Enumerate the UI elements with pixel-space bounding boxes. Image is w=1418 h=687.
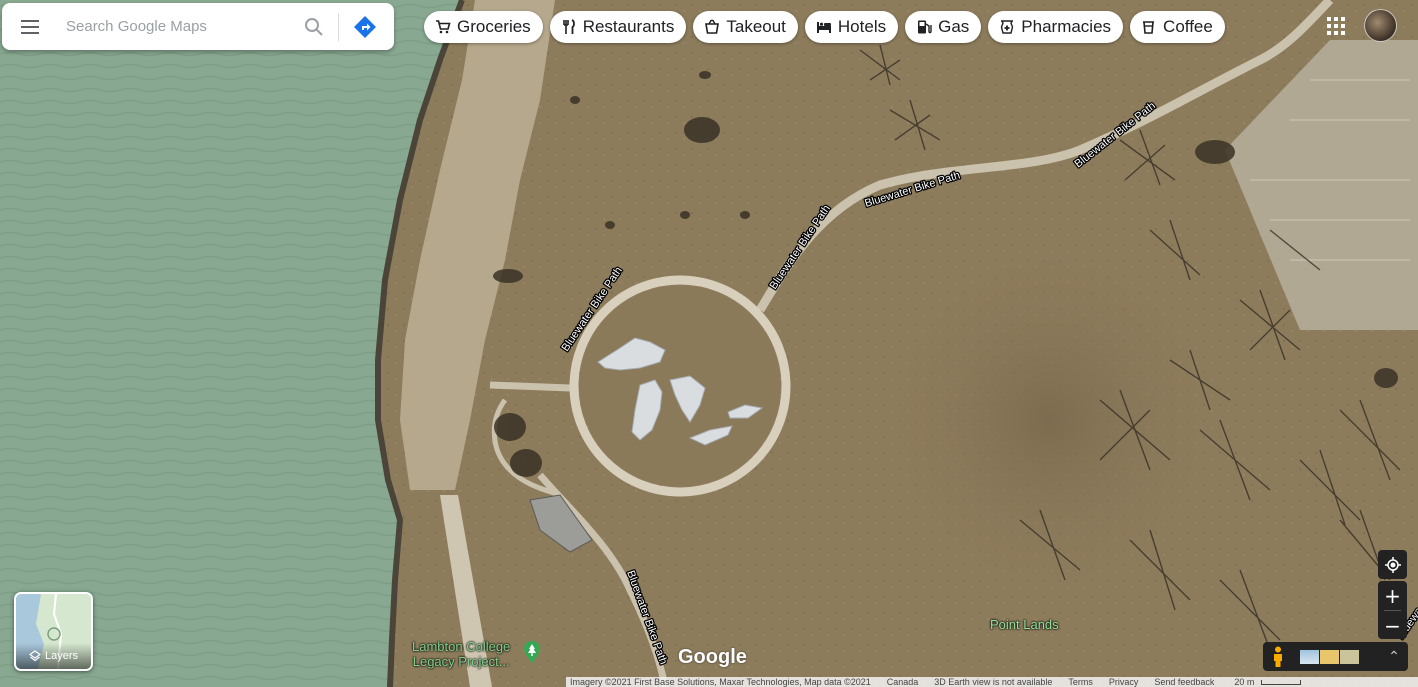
- google-apps-button[interactable]: [1322, 12, 1350, 40]
- place-label-point-lands[interactable]: Point Lands: [990, 617, 1059, 632]
- menu-button[interactable]: [2, 3, 58, 50]
- search-divider: [338, 12, 339, 41]
- search-button[interactable]: [294, 7, 334, 47]
- chip-label: Restaurants: [582, 17, 675, 36]
- chip-label: Hotels: [837, 17, 887, 36]
- street-view-pegman[interactable]: [1263, 642, 1292, 671]
- search-box: [2, 3, 394, 50]
- my-location-button[interactable]: [1378, 550, 1407, 579]
- fork-knife-icon: [561, 19, 577, 35]
- chip-pharmacies[interactable]: Pharmacies: [988, 11, 1124, 43]
- poi-label-line2: Legacy Project...: [412, 654, 510, 669]
- cart-icon: [435, 19, 451, 35]
- layers-label-bar: Layers: [16, 643, 91, 669]
- layers-icon: [28, 650, 41, 662]
- scale-label: 20 m: [1234, 677, 1255, 687]
- takeout-icon: [704, 19, 720, 35]
- map-type-strip: ⌃: [1263, 642, 1408, 671]
- chip-coffee[interactable]: Coffee: [1130, 11, 1225, 43]
- chip-restaurants[interactable]: Restaurants: [549, 11, 687, 43]
- plus-icon: +: [1384, 583, 1401, 608]
- satellite-map[interactable]: Bluewater Bike Path Bluewater Bike Path …: [0, 0, 1418, 687]
- google-logo: Google: [678, 646, 747, 668]
- map-type-thumbnails: [1300, 649, 1359, 664]
- chip-gas[interactable]: Gas: [905, 11, 982, 43]
- poi-label-line1: Lambton College: [412, 639, 511, 654]
- thumb-terrain[interactable]: [1340, 649, 1359, 664]
- bed-icon: [816, 19, 832, 35]
- send-feedback-link[interactable]: Send feedback: [1150, 677, 1218, 687]
- pharmacy-icon: [999, 19, 1015, 35]
- coffee-cup-icon: [1141, 19, 1157, 35]
- scale-bar: [1261, 679, 1302, 685]
- thumb-traffic[interactable]: [1320, 649, 1339, 664]
- search-icon: [305, 17, 323, 36]
- chip-groceries[interactable]: Groceries: [424, 11, 543, 43]
- zoom-controls: + −: [1378, 581, 1407, 639]
- expand-icon[interactable]: ⌃: [1380, 642, 1408, 671]
- chip-label: Gas: [938, 17, 970, 36]
- poi-lambton-college[interactable]: Lambton College Legacy Project...: [412, 639, 510, 669]
- zoom-out-button[interactable]: −: [1378, 611, 1407, 640]
- country-link[interactable]: Canada: [883, 677, 923, 687]
- layers-button[interactable]: Layers: [14, 592, 93, 671]
- chip-label: Coffee: [1163, 17, 1213, 36]
- chip-label: Takeout: [726, 17, 786, 36]
- park-pin-icon[interactable]: [524, 641, 540, 663]
- bike-path-west: [489, 381, 571, 392]
- chip-takeout[interactable]: Takeout: [693, 11, 798, 43]
- imagery-credit: Imagery ©2021 First Base Solutions, Maxa…: [570, 677, 871, 687]
- my-location-icon: [1384, 556, 1401, 573]
- gas-pump-icon: [916, 19, 932, 35]
- account-avatar[interactable]: [1364, 9, 1397, 42]
- search-input[interactable]: [66, 11, 294, 42]
- category-chips: Groceries Restaurants Takeout Hotels Gas…: [424, 11, 1225, 43]
- minus-icon: −: [1384, 613, 1401, 638]
- chip-label: Groceries: [457, 17, 531, 36]
- directions-button[interactable]: [343, 7, 387, 47]
- hamburger-icon: [21, 25, 39, 28]
- directions-icon: [354, 15, 376, 38]
- scale-indicator[interactable]: 20 m: [1226, 677, 1305, 687]
- earth-view-note: 3D Earth view is not available: [934, 677, 1053, 687]
- thumb-globe[interactable]: [1300, 649, 1319, 664]
- map-footer: Imagery ©2021 First Base Solutions, Maxa…: [566, 677, 1418, 687]
- privacy-link[interactable]: Privacy: [1105, 677, 1143, 687]
- layers-label: Layers: [44, 650, 79, 662]
- chip-label: Pharmacies: [1021, 17, 1112, 36]
- zoom-in-button[interactable]: +: [1378, 581, 1407, 610]
- pegman-icon: [1273, 646, 1282, 667]
- apps-grid-icon: [1327, 17, 1331, 21]
- terms-link[interactable]: Terms: [1064, 677, 1097, 687]
- chip-hotels[interactable]: Hotels: [804, 11, 899, 43]
